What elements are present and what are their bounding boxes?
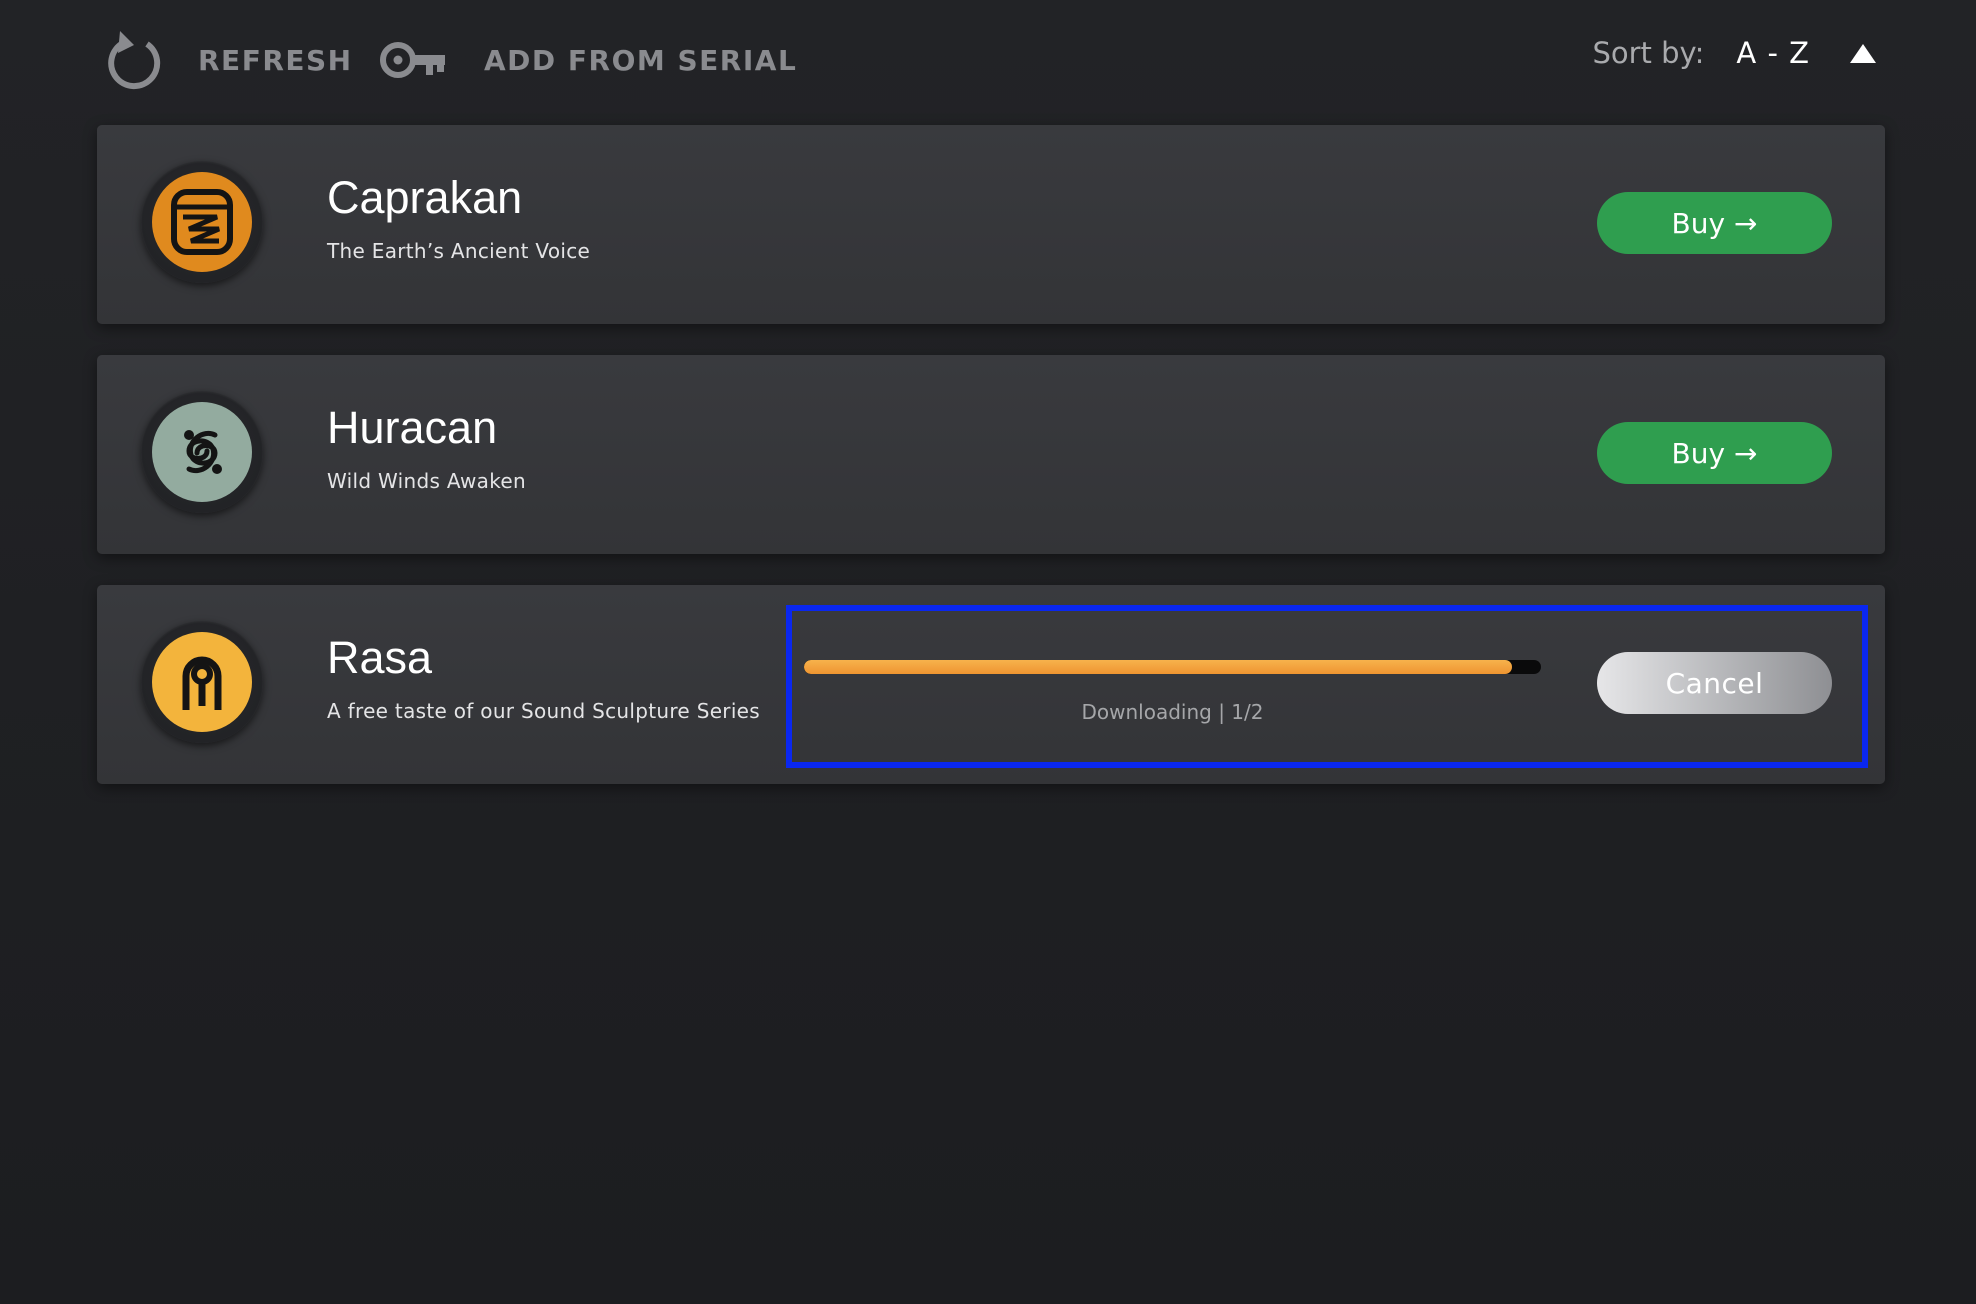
add-from-serial-button[interactable]: ADD FROM SERIAL <box>378 22 797 98</box>
product-subtitle: Wild Winds Awaken <box>327 469 526 493</box>
refresh-label: REFRESH <box>198 43 353 77</box>
key-icon <box>378 38 448 82</box>
sort-direction-icon[interactable] <box>1850 43 1876 63</box>
product-logo-frame <box>141 621 263 743</box>
download-progress-bar <box>804 660 1541 674</box>
caprakan-logo-icon <box>152 172 252 272</box>
buy-button[interactable]: Buy → <box>1597 422 1832 484</box>
product-card-caprakan: Caprakan The Earth’s Ancient Voice Buy → <box>97 125 1885 324</box>
product-title: Huracan <box>327 402 498 453</box>
product-card-rasa: Rasa A free taste of our Sound Sculpture… <box>97 585 1885 784</box>
refresh-icon <box>104 29 162 91</box>
product-subtitle: A free taste of our Sound Sculpture Seri… <box>327 699 760 723</box>
huracan-logo-icon <box>152 402 252 502</box>
rasa-logo-icon <box>152 632 252 732</box>
sort-value-selector[interactable]: A - Z <box>1736 36 1810 70</box>
product-title: Caprakan <box>327 172 523 223</box>
product-title: Rasa <box>327 632 433 683</box>
add-from-serial-label: ADD FROM SERIAL <box>484 43 798 77</box>
sort-control: Sort by: A - Z <box>1592 30 1876 76</box>
download-progress-fill <box>804 660 1512 674</box>
buy-button[interactable]: Buy → <box>1597 192 1832 254</box>
sort-label: Sort by: <box>1592 36 1705 70</box>
product-card-huracan: Huracan Wild Winds Awaken Buy → <box>97 355 1885 554</box>
product-subtitle: The Earth’s Ancient Voice <box>327 239 591 263</box>
product-logo-frame <box>141 161 263 283</box>
toolbar: REFRESH ADD FROM SERIAL Sort by: A - Z <box>0 0 1976 120</box>
product-logo-frame <box>141 391 263 513</box>
cancel-download-button[interactable]: Cancel <box>1597 652 1832 714</box>
download-status-text: Downloading | 1/2 <box>1081 700 1264 724</box>
refresh-button[interactable]: REFRESH <box>104 22 353 98</box>
